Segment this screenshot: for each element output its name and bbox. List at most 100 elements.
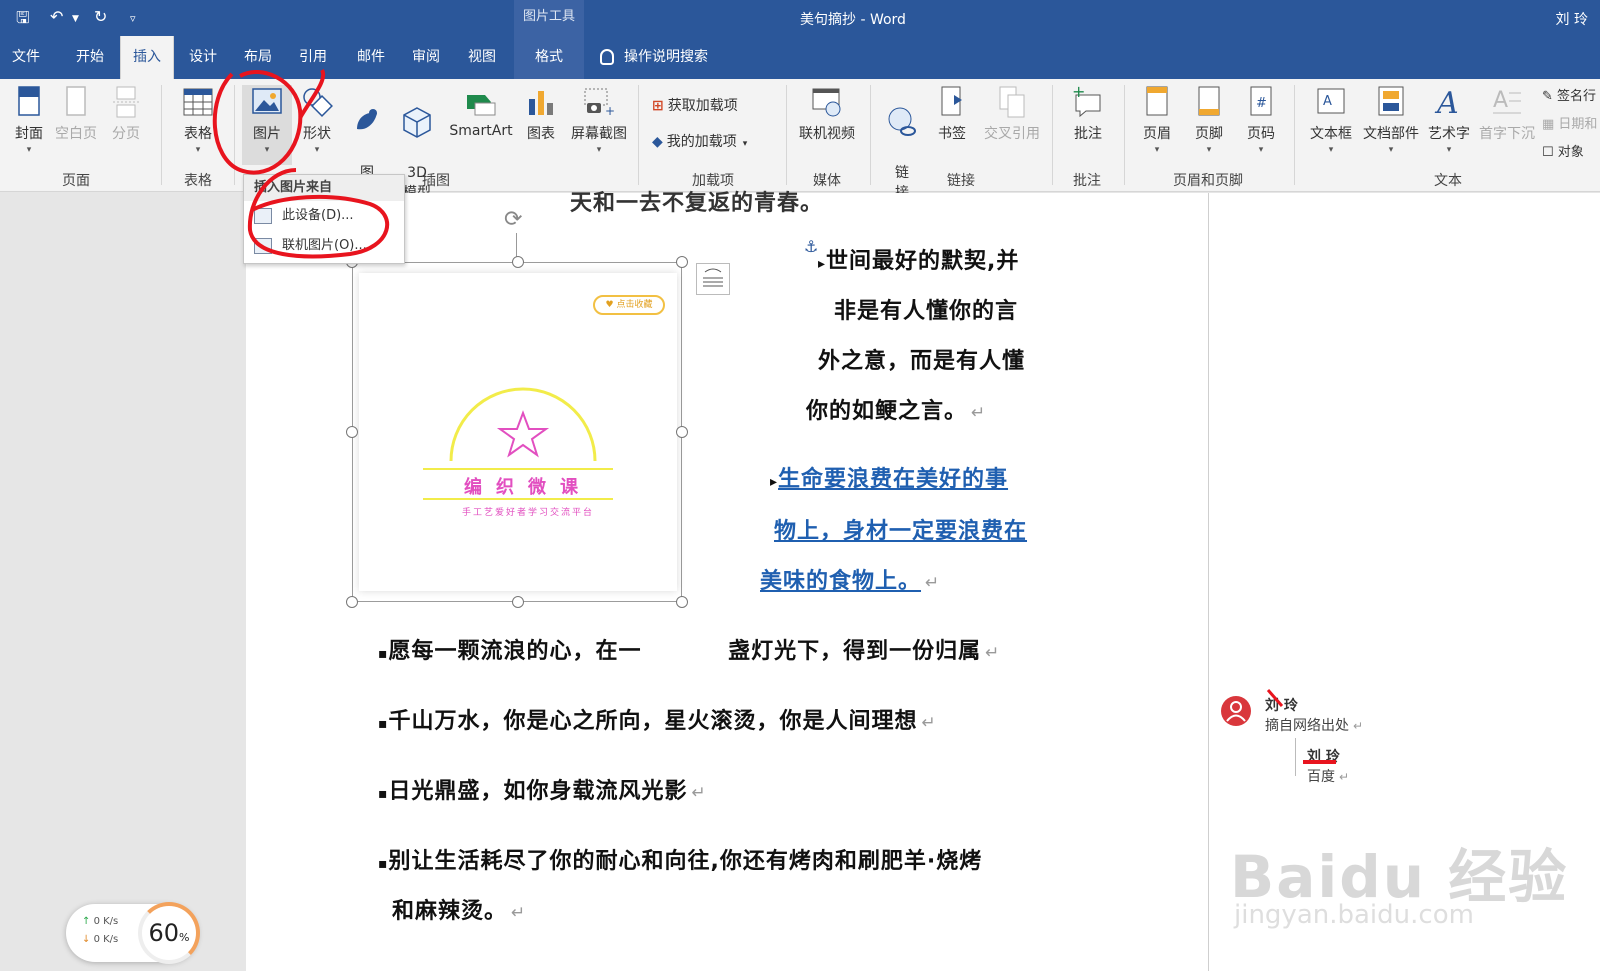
- shapes-button[interactable]: 形状 ▾: [294, 85, 340, 155]
- selected-image[interactable]: ♥ 点击收藏 编织微课 手工艺爱好者学习交流平台: [346, 256, 688, 608]
- customize-qat-icon[interactable]: ▿: [130, 12, 136, 25]
- anchor-icon: ⚓: [804, 237, 819, 256]
- quote-line-blue: 美味的食物上。 ↵: [760, 569, 941, 594]
- quote-line: 外之意，而是有人懂: [818, 349, 1026, 374]
- text-box-icon: A: [1317, 88, 1345, 114]
- blank-page-icon: [66, 86, 86, 116]
- chart-label: 图表: [527, 126, 555, 142]
- wordart-button[interactable]: A 艺术字 ▾: [1424, 85, 1474, 155]
- cut-off-line: 天和一去不复返的青春。: [570, 191, 824, 216]
- page-break-label: 分页: [112, 126, 140, 142]
- page-number-label: 页码: [1247, 126, 1275, 142]
- online-picture-icon: [254, 238, 272, 254]
- tab-file[interactable]: 文件: [0, 36, 52, 79]
- quick-parts-icon: [1378, 86, 1404, 116]
- reply-text[interactable]: 百度 ↵: [1307, 766, 1349, 786]
- quote-line: ▸世间最好的默契,并: [818, 249, 1020, 274]
- resize-handle[interactable]: [346, 426, 358, 438]
- logo-graphic: [423, 387, 613, 500]
- resize-handle[interactable]: [676, 256, 688, 268]
- table-icon: [183, 88, 213, 116]
- resize-handle[interactable]: [346, 596, 358, 608]
- picture-icon: [252, 88, 282, 114]
- cover-page-icon: [18, 86, 40, 116]
- smartart-label: SmartArt: [449, 123, 513, 139]
- quote-line: 你的如鲠之言。 ↵: [806, 399, 987, 424]
- resize-handle[interactable]: [512, 256, 524, 268]
- resize-handle[interactable]: [676, 426, 688, 438]
- tab-review[interactable]: 审阅: [400, 36, 452, 79]
- this-device-menu-item[interactable]: 此设备(D)...: [244, 201, 404, 231]
- quote-line: 非是有人懂你的言: [834, 299, 1019, 324]
- page-number-button[interactable]: # 页码 ▾: [1238, 85, 1284, 155]
- resize-handle[interactable]: [676, 596, 688, 608]
- tab-mailings[interactable]: 邮件: [344, 36, 398, 79]
- rotate-handle-icon[interactable]: ⟳: [504, 207, 522, 232]
- save-icon[interactable]: 🖫: [16, 7, 30, 34]
- user-name[interactable]: 刘 玲: [1556, 9, 1588, 29]
- comment-icon: +: [1072, 85, 1101, 118]
- object-button[interactable]: ☐ 对象: [1542, 141, 1600, 160]
- group-label-tables: 表格: [184, 173, 212, 189]
- quote-line: ▪千山万水，你是心之所向，星火滚烫，你是人间理想 ↵: [378, 709, 937, 734]
- footer-button[interactable]: 页脚 ▾: [1186, 85, 1232, 155]
- store-icon: ⊞: [652, 98, 664, 114]
- tell-me-search[interactable]: 操作说明搜索: [600, 36, 708, 79]
- bookmark-button[interactable]: 书签: [930, 85, 974, 143]
- tab-layout[interactable]: 布局: [232, 36, 284, 79]
- layout-options-button[interactable]: [696, 263, 730, 295]
- drop-cap-button: A 首字下沉: [1476, 85, 1538, 143]
- page-number-icon: #: [1250, 86, 1272, 116]
- svg-text:A: A: [1434, 86, 1459, 119]
- get-addins-button[interactable]: ⊞ 获取加载项: [652, 95, 782, 115]
- logo-image: ♥ 点击收藏 编织微课 手工艺爱好者学习交流平台: [359, 273, 677, 591]
- quick-parts-button[interactable]: 文档部件 ▾: [1360, 85, 1422, 155]
- signature-line-label: 签名行: [1557, 89, 1597, 104]
- drop-cap-icon: A: [1493, 88, 1521, 114]
- new-comment-button[interactable]: + 批注: [1062, 85, 1114, 143]
- bookmark-icon: [941, 86, 962, 116]
- svg-text:A: A: [1323, 94, 1332, 109]
- undo-icon[interactable]: ↶: [50, 7, 63, 26]
- cube-icon: [403, 107, 431, 138]
- comment-text[interactable]: 摘自网络出处 ↵: [1265, 715, 1363, 735]
- online-video-button[interactable]: 联机视频: [794, 85, 860, 143]
- blank-page-label: 空白页: [55, 126, 97, 142]
- cover-page-label: 封面: [15, 126, 43, 142]
- tab-home[interactable]: 开始: [62, 36, 118, 79]
- svg-text:A: A: [1493, 88, 1508, 113]
- my-addins-button[interactable]: ◆ 我的加载项 ▾: [652, 131, 782, 151]
- tab-insert[interactable]: 插入: [120, 36, 174, 79]
- quote-line-blue: ▸生命要浪费在美好的事: [770, 467, 1009, 492]
- redo-icon[interactable]: ↻: [94, 7, 107, 26]
- tab-view[interactable]: 视图: [456, 36, 508, 79]
- get-addins-label: 获取加载项: [667, 98, 738, 114]
- quote-line-blue: 物上，身材一定要浪费在: [774, 519, 1028, 544]
- group-label-links: 链接: [947, 173, 975, 189]
- resize-handle[interactable]: [512, 596, 524, 608]
- header-button[interactable]: 页眉 ▾: [1134, 85, 1180, 155]
- new-comment-label: 批注: [1074, 126, 1102, 142]
- signature-line-button[interactable]: ✎ 签名行: [1542, 85, 1600, 104]
- lightbulb-icon: [600, 49, 614, 65]
- tab-design[interactable]: 设计: [178, 36, 228, 79]
- table-button[interactable]: 表格 ▾: [172, 85, 224, 155]
- online-pictures-menu-item[interactable]: 联机图片(O)...: [244, 231, 404, 261]
- icons-icon: [357, 109, 377, 130]
- quote-line: ▪愿每一颗流浪的心，在一 盏灯光下，得到一份归属 ↵: [378, 639, 1001, 664]
- quote-line: ▪日光鼎盛，如你身载流风光影 ↵: [378, 779, 707, 804]
- screenshot-button[interactable]: + 屏幕截图 ▾: [566, 85, 632, 155]
- svg-text:+: +: [605, 104, 615, 118]
- smartart-button[interactable]: SmartArt: [446, 85, 516, 139]
- tab-format[interactable]: 格式: [514, 36, 584, 79]
- undo-dropdown-icon[interactable]: ▼: [72, 14, 79, 24]
- cover-page-button[interactable]: 封面 ▾: [6, 85, 52, 155]
- tab-references[interactable]: 引用: [288, 36, 338, 79]
- text-box-button[interactable]: A 文本框 ▾: [1302, 85, 1360, 155]
- pictures-button[interactable]: 图片 ▾: [242, 85, 292, 165]
- search-label: 操作说明搜索: [624, 49, 708, 65]
- group-label-comments: 批注: [1073, 173, 1101, 189]
- quick-parts-label: 文档部件: [1363, 126, 1419, 142]
- chart-button[interactable]: 图表: [518, 85, 564, 143]
- usage-gauge[interactable]: 60%: [138, 902, 200, 964]
